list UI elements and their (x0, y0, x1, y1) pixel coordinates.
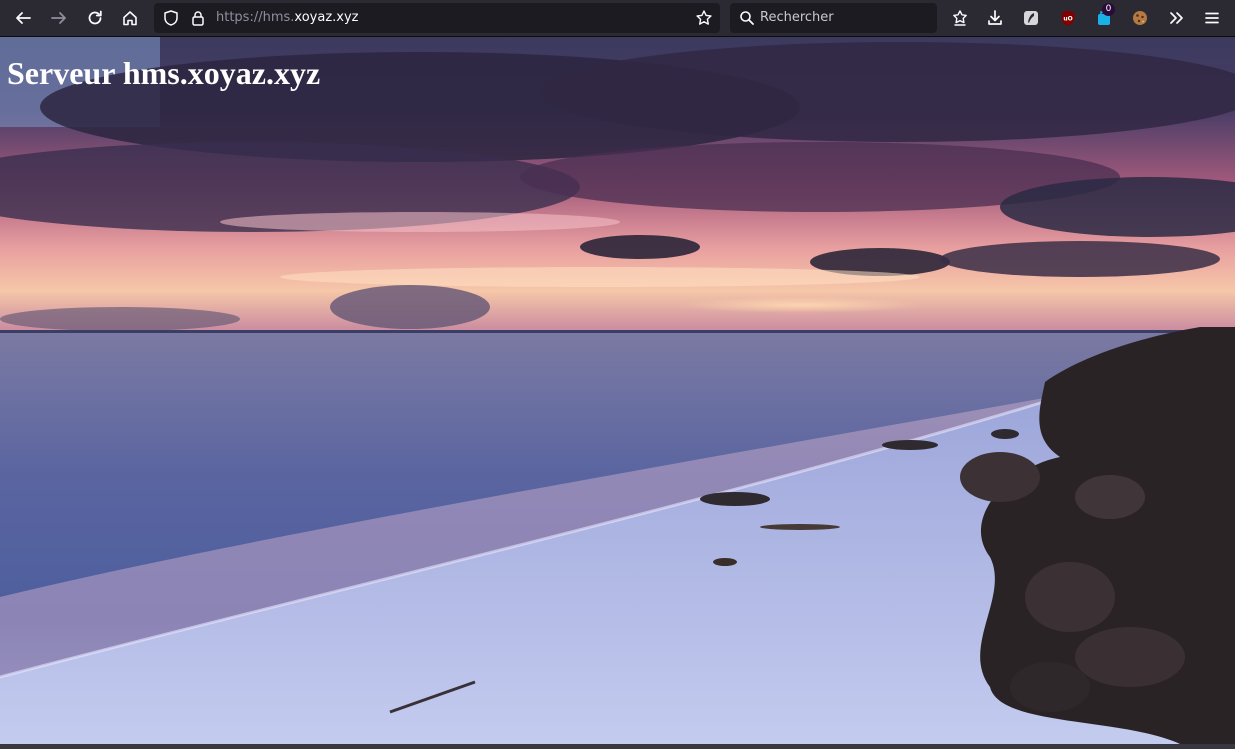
search-icon (740, 11, 754, 25)
forward-button[interactable] (45, 4, 73, 32)
home-icon (123, 11, 137, 26)
hamburger-menu-icon (1205, 12, 1219, 24)
back-button[interactable] (9, 4, 37, 32)
browser-toolbar: https://hms.xoyaz.xyz Rechercher uO 0 (0, 0, 1235, 37)
extension-badge: 0 (1102, 3, 1115, 16)
search-placeholder: Rechercher (760, 10, 834, 25)
url-text[interactable]: https://hms.xoyaz.xyz (216, 3, 358, 33)
reload-icon (88, 10, 102, 25)
tracking-shield-icon[interactable] (162, 9, 180, 27)
overflow-menu-button[interactable] (1162, 4, 1190, 32)
search-bar[interactable]: Rechercher (730, 3, 937, 33)
bookmark-star-icon[interactable] (695, 9, 713, 27)
lock-icon[interactable] (189, 9, 207, 27)
home-button[interactable] (116, 4, 144, 32)
ublock-origin-button[interactable]: uO (1054, 4, 1082, 32)
reload-button[interactable] (81, 4, 109, 32)
overflow-chevrons-icon (1170, 12, 1183, 24)
beach-sunset-background-image (0, 37, 1235, 744)
back-arrow-icon (16, 12, 31, 24)
feather-extension-button[interactable] (1017, 4, 1045, 32)
ublock-origin-icon: uO (1061, 10, 1075, 26)
cookie-icon (1133, 11, 1147, 25)
window-bottom-edge (0, 744, 1235, 749)
url-bar[interactable]: https://hms.xoyaz.xyz (154, 3, 720, 33)
pocket-button[interactable] (946, 4, 974, 32)
extension-button[interactable]: 0 (1090, 3, 1118, 32)
url-prefix: https://hms. (216, 10, 295, 25)
app-menu-button[interactable] (1198, 4, 1226, 32)
url-domain: xoyaz.xyz (294, 10, 359, 25)
cookie-extension-button[interactable] (1126, 4, 1154, 32)
pocket-icon (953, 10, 967, 26)
feather-extension-icon (1024, 11, 1038, 25)
downloads-button[interactable] (981, 4, 1009, 32)
forward-arrow-icon (51, 12, 66, 24)
svg-text:uO: uO (1063, 16, 1072, 23)
page-viewport: Serveur hms.xoyaz.xyz (0, 37, 1235, 744)
download-icon (988, 10, 1002, 25)
page-title: Serveur hms.xoyaz.xyz (7, 55, 321, 91)
